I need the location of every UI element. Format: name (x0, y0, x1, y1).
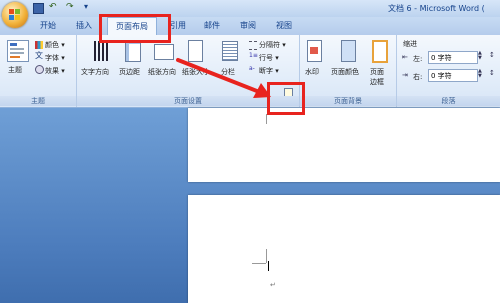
hyphenation-button[interactable]: 断字 ▾ (259, 66, 279, 76)
indent-right-label: 右: (413, 73, 423, 81)
page-borders-icon[interactable] (372, 40, 388, 63)
group-label-page-background: 页面背景 (300, 96, 396, 106)
indent-left-value: 0 字符 (431, 54, 452, 62)
fonts-button[interactable]: 字体 ▾ (45, 53, 65, 63)
tab-insert[interactable]: 插入 (69, 17, 99, 35)
orientation-icon[interactable] (154, 44, 174, 60)
tab-view[interactable]: 视图 (268, 17, 300, 35)
themes-icon[interactable] (7, 40, 29, 62)
fonts-icon: 文 (35, 51, 43, 60)
spacing-before-icon: ↕ (489, 51, 495, 59)
effects-button[interactable]: 效果 ▾ (45, 66, 65, 76)
office-button[interactable] (2, 2, 28, 28)
redo-icon[interactable]: ↷ (66, 2, 74, 12)
indent-right-value: 0 字符 (431, 72, 452, 80)
undo-icon[interactable]: ↶ (49, 2, 57, 12)
columns-button[interactable]: 分栏 (221, 67, 235, 77)
indent-left-spinner-icon[interactable]: ▲ ▼ (478, 51, 482, 61)
orientation-button[interactable]: 纸张方向 (148, 67, 176, 77)
text-cursor (268, 261, 269, 271)
indent-left-input[interactable]: 0 字符 (428, 51, 478, 64)
title-bar: ↶ ↷ ▾ 文档 6 - Microsoft Word ( (0, 0, 500, 28)
line-numbers-button[interactable]: 行号 ▾ (259, 53, 279, 63)
indent-right-spinner-icon[interactable]: ▲ ▼ (478, 69, 482, 79)
hyphenation-icon: a- (249, 65, 255, 72)
breaks-button[interactable]: 分隔符 ▾ (259, 40, 286, 50)
watermark-button[interactable]: 水印 (305, 67, 319, 77)
quick-access-dropdown-icon[interactable]: ▾ (84, 2, 88, 11)
ribbon: 主题 颜色 ▾ 文 字体 ▾ 效果 ▾ 主题 文字方向 页边距 纸张方向 纸张大… (0, 35, 500, 108)
group-page-background: 水印 页面颜色 页面 边框 页面背景 (300, 35, 397, 107)
size-icon[interactable] (188, 40, 203, 62)
group-label-themes: 主题 (0, 96, 76, 106)
size-button[interactable]: 纸张大小 (182, 67, 210, 77)
line-numbers-icon: 1≡ (249, 52, 258, 59)
colors-icon (35, 41, 43, 49)
page-borders-label-2[interactable]: 边框 (370, 77, 384, 87)
breaks-icon (249, 41, 257, 50)
margin-corner-mark (266, 114, 267, 124)
highlight-dialog-launcher (267, 82, 305, 115)
document-area[interactable]: ↵ (0, 108, 500, 303)
margins-button[interactable]: 页边距 (119, 67, 140, 77)
effects-icon (35, 65, 44, 74)
group-paragraph: 缩进 ⇤ 左: 0 字符 ▲ ▼ ⇥ 右: 0 字符 ▲ ▼ ↕ ↕ 段落 (397, 35, 500, 107)
indent-right-input[interactable]: 0 字符 (428, 69, 478, 82)
tab-mailings[interactable]: 邮件 (196, 17, 228, 35)
page-1-bottom[interactable] (188, 108, 500, 182)
highlight-page-layout-tab (99, 14, 171, 43)
themes-button-label[interactable]: 主题 (8, 65, 22, 75)
indent-left-icon: ⇤ (402, 53, 408, 61)
page-color-icon[interactable] (341, 40, 356, 62)
tab-review[interactable]: 审阅 (232, 17, 264, 35)
text-direction-icon[interactable] (94, 41, 108, 61)
group-label-paragraph: 段落 (397, 96, 500, 106)
colors-button[interactable]: 颜色 ▾ (45, 40, 65, 50)
paragraph-mark: ↵ (270, 281, 276, 289)
text-direction-button[interactable]: 文字方向 (81, 67, 109, 77)
save-icon[interactable] (33, 3, 44, 14)
page-2[interactable]: ↵ (188, 195, 500, 303)
office-logo-icon (9, 9, 21, 21)
window-title: 文档 6 - Microsoft Word ( (388, 4, 485, 13)
group-themes: 主题 颜色 ▾ 文 字体 ▾ 效果 ▾ 主题 (0, 35, 77, 107)
margin-corner-mark-v (266, 249, 267, 263)
ribbon-tab-row: 开始 插入 页面布局 引用 邮件 审阅 视图 (0, 17, 500, 36)
tab-home[interactable]: 开始 (33, 17, 63, 35)
indent-title: 缩进 (403, 40, 417, 48)
spacing-after-icon: ↕ (489, 69, 495, 77)
indent-right-icon: ⇥ (402, 71, 408, 79)
margins-icon[interactable] (125, 40, 141, 62)
page-borders-label-1[interactable]: 页面 (370, 67, 384, 77)
watermark-icon[interactable] (307, 40, 322, 62)
margin-corner-mark-h (252, 263, 266, 264)
page-color-button[interactable]: 页面颜色 (331, 67, 359, 77)
columns-icon[interactable] (222, 41, 238, 61)
indent-left-label: 左: (413, 55, 423, 63)
group-label-page-setup: 页面设置 (77, 96, 299, 106)
